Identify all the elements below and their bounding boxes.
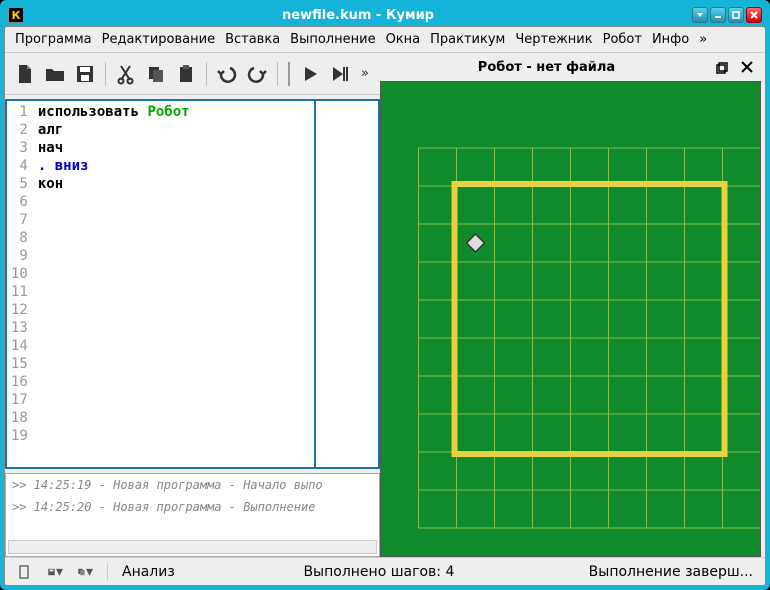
robot-restore-icon[interactable] [715, 59, 731, 75]
close-button[interactable] [746, 7, 762, 23]
menu-item-3[interactable]: Выполнение [286, 30, 379, 49]
log-scrollbar[interactable] [8, 540, 377, 554]
paste-button[interactable] [174, 62, 198, 86]
log-entry: >> 14:25:20 - Новая программа - Выполнен… [12, 500, 373, 514]
status-save-icon[interactable]: ▾ [47, 564, 63, 580]
robot-canvas[interactable] [380, 81, 761, 557]
menu-item-1[interactable]: Редактирование [98, 30, 219, 49]
new-file-button[interactable] [13, 62, 37, 86]
status-analysis: Анализ [122, 564, 175, 580]
status-separator [107, 563, 108, 581]
robot-marker [467, 234, 485, 252]
menu-item-8[interactable]: Инфо [648, 30, 693, 49]
menubar: ПрограммаРедактированиеВставкаВыполнение… [5, 27, 765, 53]
code-line[interactable]: нач [38, 139, 374, 157]
run-button[interactable] [298, 62, 322, 86]
robot-pane: Робот - нет файла [380, 53, 765, 557]
cut-button[interactable] [114, 62, 138, 86]
log-entry: >> 14:25:19 - Новая программа - Начало в… [12, 478, 373, 492]
toolbar-separator [105, 62, 106, 86]
line-gutter: 12345678910111213141516171819 [7, 101, 34, 467]
menu-item-9[interactable]: » [695, 30, 711, 49]
titlebar: К newfile.kum - Кумир [4, 4, 766, 26]
menu-item-5[interactable]: Практикум [426, 30, 509, 49]
window-content: ПрограммаРедактированиеВставкаВыполнение… [4, 26, 766, 586]
menu-item-0[interactable]: Программа [11, 30, 96, 49]
toolbar-separator [206, 62, 207, 86]
toolbar-overflow[interactable]: » [358, 62, 372, 86]
code-line[interactable]: использовать Робот [38, 103, 374, 121]
code-editor[interactable]: 12345678910111213141516171819 использова… [5, 99, 380, 469]
code-line[interactable]: алг [38, 121, 374, 139]
maximize-button[interactable] [728, 7, 744, 23]
step-button[interactable] [328, 62, 352, 86]
window-controls [692, 7, 762, 23]
context-button[interactable] [692, 7, 708, 23]
robot-close-icon[interactable] [739, 59, 755, 75]
redo-button[interactable] [245, 62, 269, 86]
open-file-button[interactable] [43, 62, 67, 86]
status-steps: Выполнено шагов: 4 [189, 564, 569, 580]
copy-button[interactable] [144, 62, 168, 86]
app-window: К newfile.kum - Кумир ПрограммаРедактиро… [0, 0, 770, 590]
menu-item-2[interactable]: Вставка [221, 30, 284, 49]
toolbar-separator [277, 62, 278, 86]
code-line[interactable]: . вниз [38, 157, 374, 175]
minimize-button[interactable] [710, 7, 726, 23]
toolbar: » [5, 53, 380, 95]
save-file-button[interactable] [73, 62, 97, 86]
window-title: newfile.kum - Кумир [24, 8, 692, 23]
status-file-icon[interactable] [17, 564, 33, 580]
menu-item-7[interactable]: Робот [599, 30, 646, 49]
message-log[interactable]: >> 14:25:19 - Новая программа - Начало в… [5, 473, 380, 557]
toolbar-separator [288, 62, 290, 86]
code-area[interactable]: использовать Роботалгнач. внизкон [34, 101, 378, 467]
menu-item-6[interactable]: Чертежник [511, 30, 596, 49]
status-state: Выполнение заверш... [583, 564, 753, 580]
undo-button[interactable] [215, 62, 239, 86]
statusbar: ▾ ▾ Анализ Выполнено шагов: 4 Выполнение… [5, 557, 765, 585]
code-line[interactable]: кон [38, 175, 374, 193]
status-copy-icon[interactable]: ▾ [77, 564, 93, 580]
robot-title: Робот - нет файла [386, 60, 707, 75]
app-icon: К [8, 7, 24, 23]
column-marker [314, 101, 316, 467]
left-pane: » 12345678910111213141516171819 использо… [5, 53, 380, 557]
robot-header: Робот - нет файла [380, 57, 761, 81]
menu-item-4[interactable]: Окна [382, 30, 425, 49]
